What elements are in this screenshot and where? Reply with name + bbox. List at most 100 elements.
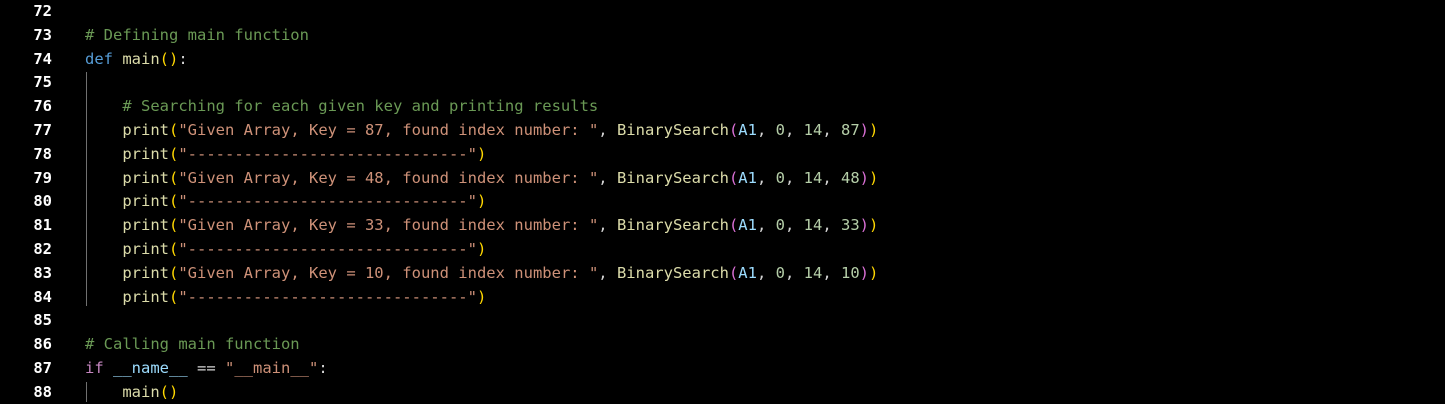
code-line[interactable]: 79 print("Given Array, Key = 48, found i… [0, 166, 1445, 190]
line-number: 84 [33, 287, 52, 306]
code-token-b2: ( [728, 263, 739, 282]
code-token-plain: , [784, 121, 804, 139]
code-token-func: print [122, 263, 169, 282]
code-token-b1: ( [169, 168, 179, 187]
code-line[interactable]: 85 [0, 308, 1445, 332]
code-line[interactable]: 88 main() [0, 380, 1445, 404]
code-token-string: "Given Array, Key = 10, found index numb… [178, 263, 599, 282]
code-token-b1: ) [476, 240, 487, 258]
code-token-func: BinarySearch [616, 168, 729, 187]
code-line[interactable]: 81 print ( "Given Array, Key = 33, found i… [0, 213, 1445, 237]
code-text: print("------------------------------") [85, 237, 486, 261]
code-text: main() [85, 380, 178, 404]
code-line[interactable]: 86 # Calling main function [0, 332, 1445, 356]
code-token-b1: ( [169, 240, 179, 258]
code-token-func: print [122, 216, 169, 235]
code-line[interactable]: 74 def main(): [0, 47, 1445, 71]
code-token-func: print [122, 168, 169, 187]
code-token-plain: , [598, 263, 617, 282]
code-token-number: 48 [840, 168, 860, 187]
code-token-b1: ( [169, 144, 179, 163]
code-token-keyword: def [85, 49, 113, 68]
code-token-var: A1 [738, 263, 757, 282]
code-token-comment: # Calling main function [85, 335, 300, 354]
code-line[interactable]: 83 print("Given Array, Key = 10, found i… [0, 261, 1445, 285]
code-token-plain: : [178, 49, 188, 68]
code-text: print("Given Array, Key = 87, found inde… [85, 118, 878, 142]
code-token-number: 87 [840, 121, 860, 139]
code-token-func: print [122, 287, 169, 306]
line-number: 85 [33, 311, 52, 330]
code-token-b2: ( [728, 216, 739, 235]
code-token-plain: , [756, 263, 776, 282]
code-text: # Calling main function [85, 332, 300, 356]
code-token-plain: , [822, 263, 841, 282]
code-line[interactable]: 76 # Searching for each given key and pr… [0, 94, 1445, 118]
code-token-string: "Given Array, Key = 33, found index numb… [178, 216, 599, 235]
code-text: # Searching for each given key and print… [85, 94, 598, 118]
line-number: 79 [33, 168, 52, 187]
code-token-b2: ( [728, 168, 739, 187]
code-token-var: __name__ [113, 359, 188, 377]
code-token-plain: : [318, 359, 328, 377]
code-token-b1: ) [869, 168, 879, 187]
line-number: 87 [33, 359, 52, 377]
code-token-plain: , [756, 121, 776, 139]
code-line[interactable]: 73 # Defining main function [0, 23, 1445, 47]
line-number: 72 [33, 2, 52, 20]
code-token-b1: ( [169, 263, 179, 282]
code-token-func: BinarySearch [616, 121, 729, 139]
code-editor[interactable]: 72 73 # Defining main function 74 def main()… [0, 0, 1445, 404]
code-line[interactable]: 87 if __name__ == "__main__": [0, 356, 1445, 380]
code-line[interactable]: 72 [0, 0, 1445, 23]
code-token-b1: () [159, 382, 179, 401]
code-text: print ( "Given Array, Key = 33, found inde… [85, 213, 878, 237]
code-line[interactable]: 75 [0, 70, 1445, 94]
code-token-plain: , [598, 216, 617, 235]
code-text: def main(): [85, 47, 188, 71]
code-token-b2: ( [728, 121, 739, 139]
code-token-number: 14 [803, 168, 823, 187]
code-token-b2: ) [859, 216, 869, 235]
code-token-func: print [122, 144, 169, 163]
code-token-number: 33 [840, 216, 860, 235]
code-token-func: print [122, 240, 169, 258]
code-token-b2: ) [859, 121, 869, 139]
code-token-comment: # Searching for each given key and print… [122, 97, 599, 116]
code-token-plain: , [756, 168, 776, 187]
code-token-var: A1 [738, 168, 757, 187]
code-text: print("Given Array, Key = 10, found inde… [85, 261, 878, 285]
code-line[interactable]: 77 print("Given Array, Key = 87, found i… [0, 118, 1445, 142]
code-line[interactable]: 82 print("------------------------------… [0, 237, 1445, 261]
code-token-b1: ( [169, 287, 179, 306]
code-token-string: "------------------------------" [178, 192, 477, 211]
code-token-control: if [85, 359, 104, 377]
code-line[interactable]: 78 print("------------------------------… [0, 142, 1445, 166]
line-number: 73 [33, 25, 52, 44]
code-token-b1: ) [869, 263, 879, 282]
code-token-b1: ( [169, 121, 179, 139]
code-text: print("------------------------------") [85, 189, 486, 213]
line-number: 81 [33, 216, 52, 235]
code-token-plain: , [756, 216, 776, 235]
code-line[interactable]: 84 print("------------------------------… [0, 285, 1445, 309]
code-token-var: A1 [738, 216, 757, 235]
code-token-b1: ) [869, 121, 879, 139]
code-token-comment: # Defining main function [85, 25, 309, 44]
code-token-var: A1 [738, 121, 757, 139]
code-token-b1: ) [869, 216, 879, 235]
code-text: print("Given Array, Key = 48, found inde… [85, 166, 878, 190]
line-number: 77 [33, 121, 52, 139]
code-token-plain: , [598, 168, 617, 187]
code-token-number: 0 [775, 168, 785, 187]
code-line[interactable]: 80 print("------------------------------… [0, 189, 1445, 213]
code-token-plain: == [187, 359, 225, 377]
code-token-plain: , [822, 216, 841, 235]
